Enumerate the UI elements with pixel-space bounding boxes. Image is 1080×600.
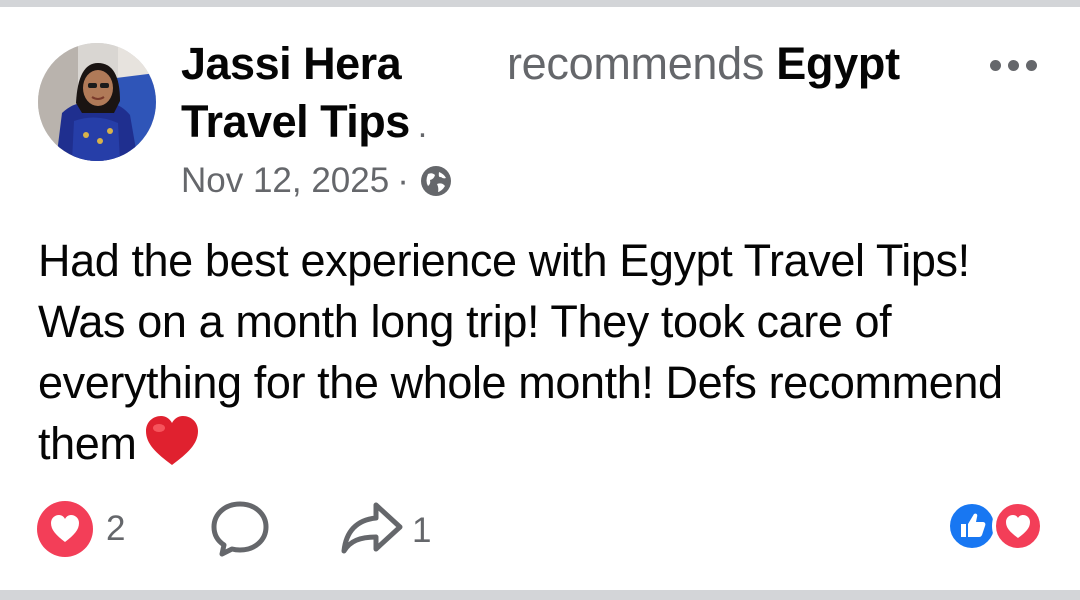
share-count: 1 — [412, 510, 432, 550]
post-date[interactable]: Nov 12, 2025 — [181, 161, 389, 201]
more-dot-icon — [990, 59, 1001, 71]
recommended-page-link[interactable]: Egypt — [776, 38, 900, 89]
globe-icon[interactable] — [419, 164, 453, 198]
recommends-label: recommends — [507, 38, 765, 89]
author-name-line1[interactable]: Jassi Hera — [181, 38, 402, 89]
post-meta: Nov 12, 2025 · — [181, 160, 453, 202]
like-reaction-icon — [946, 500, 998, 552]
avatar[interactable] — [38, 43, 156, 161]
top-divider — [0, 0, 1080, 7]
red-heart-icon — [144, 415, 200, 482]
comment-icon — [210, 500, 270, 563]
more-dot-icon — [1008, 59, 1019, 71]
author-name-continued[interactable]: Travel Tips. — [181, 96, 427, 152]
share-icon — [340, 500, 404, 561]
author-name[interactable]: Jassi Hera — [181, 38, 402, 90]
avatar-photo — [38, 43, 156, 161]
bottom-divider — [0, 590, 1080, 600]
author-name-suffix: . — [417, 107, 427, 145]
meta-separator: · — [397, 161, 409, 200]
love-reaction-icon — [36, 500, 94, 558]
more-dot-icon — [1026, 59, 1037, 71]
more-options-button[interactable] — [990, 51, 1050, 79]
reaction-count: 2 — [106, 509, 126, 548]
react-button[interactable]: 2 — [36, 500, 125, 558]
author-name-line2[interactable]: Travel Tips — [181, 96, 410, 147]
post-text: Had the best experience with Egypt Trave… — [38, 230, 1068, 482]
comment-button[interactable] — [210, 500, 270, 563]
reactions-summary[interactable] — [944, 500, 1048, 552]
share-button[interactable]: 1 — [340, 500, 431, 561]
love-reaction-icon — [992, 500, 1044, 552]
recommends-line: recommends Egypt — [507, 38, 900, 90]
